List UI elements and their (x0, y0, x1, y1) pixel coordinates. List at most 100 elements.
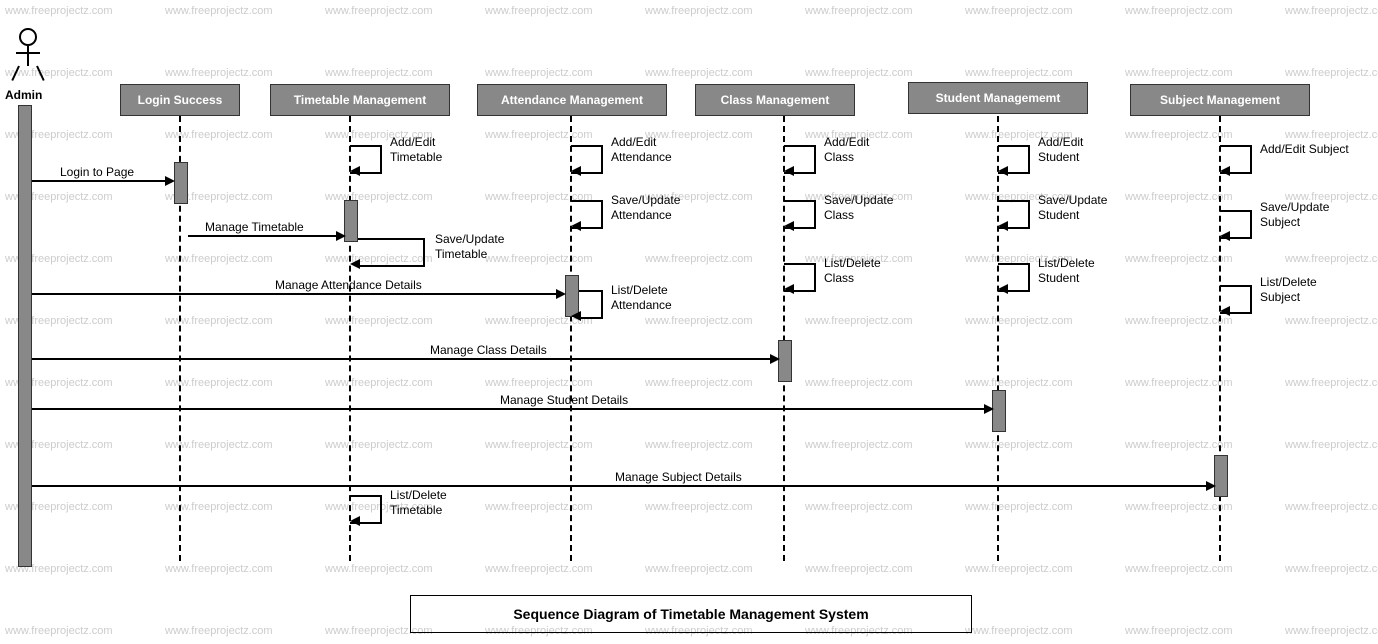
arrowhead-timetable (336, 231, 346, 241)
arrow-student (32, 408, 990, 410)
loop-tt-list-head (350, 516, 360, 526)
loop-stu-save-head (998, 221, 1008, 231)
watermark-text: www.freeprojectz.com (1125, 315, 1233, 327)
watermark-text: www.freeprojectz.com (325, 315, 433, 327)
lifeline-attendance: Attendance Management (477, 84, 667, 116)
watermark-text: www.freeprojectz.com (1125, 625, 1233, 637)
activation-class (778, 340, 792, 382)
msg-timetable: Manage Timetable (205, 220, 304, 234)
watermark-text: www.freeprojectz.com (5, 625, 113, 637)
watermark-text: www.freeprojectz.com (965, 439, 1073, 451)
watermark-text: www.freeprojectz.com (1285, 5, 1378, 17)
watermark-text: www.freeprojectz.com (645, 501, 753, 513)
activation-admin (18, 105, 32, 567)
lifeline-login: Login Success (120, 84, 240, 116)
activation-login (174, 162, 188, 204)
msg-stu-save1: Save/Update (1038, 193, 1107, 207)
arrowhead-class (770, 354, 780, 364)
watermark-text: www.freeprojectz.com (645, 5, 753, 17)
msg-sub-save1: Save/Update (1260, 200, 1329, 214)
watermark-text: www.freeprojectz.com (1125, 253, 1233, 265)
arrow-attendance (32, 293, 562, 295)
watermark-text: www.freeprojectz.com (1285, 67, 1378, 79)
watermark-text: www.freeprojectz.com (325, 191, 433, 203)
watermark-text: www.freeprojectz.com (165, 439, 273, 451)
lifeline-subject: Subject Management (1130, 84, 1310, 116)
msg-att-list1: List/Delete (611, 283, 668, 297)
msg-tt-save: Save/Update (435, 232, 504, 246)
watermark-text: www.freeprojectz.com (485, 5, 593, 17)
msg-tt-add: Add/Edit (390, 135, 435, 149)
watermark-text: www.freeprojectz.com (1125, 67, 1233, 79)
loop-att-list (579, 290, 603, 319)
msg-subject: Manage Subject Details (615, 470, 742, 484)
watermark-text: www.freeprojectz.com (165, 501, 273, 513)
watermark-text: www.freeprojectz.com (645, 439, 753, 451)
msg-cls-save2: Class (824, 208, 854, 222)
actor-admin (16, 28, 40, 82)
watermark-text: www.freeprojectz.com (645, 563, 753, 575)
msg-tt-save2: Timetable (435, 247, 487, 261)
loop-att-add-head (571, 166, 581, 176)
watermark-text: www.freeprojectz.com (1125, 5, 1233, 17)
watermark-text: www.freeprojectz.com (485, 253, 593, 265)
watermark-text: www.freeprojectz.com (165, 625, 273, 637)
watermark-text: www.freeprojectz.com (1125, 129, 1233, 141)
watermark-text: www.freeprojectz.com (805, 501, 913, 513)
watermark-text: www.freeprojectz.com (805, 377, 913, 389)
watermark-text: www.freeprojectz.com (165, 377, 273, 389)
activation-subject (1214, 455, 1228, 497)
arrow-class (32, 358, 776, 360)
loop-stu-list-head (998, 284, 1008, 294)
loop-tt-save (358, 238, 425, 267)
watermark-text: www.freeprojectz.com (965, 563, 1073, 575)
watermark-text: www.freeprojectz.com (965, 315, 1073, 327)
watermark-text: www.freeprojectz.com (1285, 625, 1378, 637)
arrow-timetable (188, 235, 343, 237)
arrowhead-attendance (556, 289, 566, 299)
watermark-text: www.freeprojectz.com (805, 5, 913, 17)
watermark-text: www.freeprojectz.com (645, 129, 753, 141)
msg-att-add2: Attendance (611, 150, 672, 164)
msg-att-save2: Attendance (611, 208, 672, 222)
watermark-text: www.freeprojectz.com (1125, 439, 1233, 451)
msg-attendance: Manage Attendance Details (275, 278, 422, 292)
loop-tt-save-head (350, 259, 360, 269)
msg-cls-add2: Class (824, 150, 854, 164)
arrowhead-login (165, 176, 175, 186)
watermark-text: www.freeprojectz.com (805, 439, 913, 451)
arrow-login (32, 180, 172, 182)
watermark-text: www.freeprojectz.com (645, 315, 753, 327)
watermark-text: www.freeprojectz.com (965, 67, 1073, 79)
lifeline-class: Class Management (695, 84, 855, 116)
watermark-text: www.freeprojectz.com (5, 5, 113, 17)
watermark-text: www.freeprojectz.com (645, 253, 753, 265)
watermark-text: www.freeprojectz.com (805, 315, 913, 327)
watermark-text: www.freeprojectz.com (1285, 315, 1378, 327)
msg-stu-list2: Student (1038, 271, 1079, 285)
watermark-text: www.freeprojectz.com (485, 563, 593, 575)
watermark-text: www.freeprojectz.com (1125, 377, 1233, 389)
loop-stu-add-head (998, 166, 1008, 176)
watermark-text: www.freeprojectz.com (1285, 253, 1378, 265)
watermark-text: www.freeprojectz.com (485, 501, 593, 513)
lifeline-line-student (997, 116, 999, 561)
activation-timetable (344, 200, 358, 242)
arrowhead-student (984, 404, 994, 414)
msg-cls-add1: Add/Edit (824, 135, 869, 149)
watermark-text: www.freeprojectz.com (1285, 377, 1378, 389)
loop-att-list-head (571, 311, 581, 321)
lifeline-line-attendance (570, 116, 572, 561)
msg-tt-add2: Timetable (390, 150, 442, 164)
msg-sub-list1: List/Delete (1260, 275, 1317, 289)
watermark-text: www.freeprojectz.com (485, 67, 593, 79)
msg-sub-add: Add/Edit Subject (1260, 142, 1349, 156)
msg-class: Manage Class Details (430, 343, 547, 357)
watermark-text: www.freeprojectz.com (325, 67, 433, 79)
msg-att-save1: Save/Update (611, 193, 680, 207)
msg-sub-list2: Subject (1260, 290, 1300, 304)
loop-att-save-head (571, 221, 581, 231)
watermark-text: www.freeprojectz.com (645, 67, 753, 79)
watermark-text: www.freeprojectz.com (1285, 129, 1378, 141)
watermark-text: www.freeprojectz.com (165, 5, 273, 17)
